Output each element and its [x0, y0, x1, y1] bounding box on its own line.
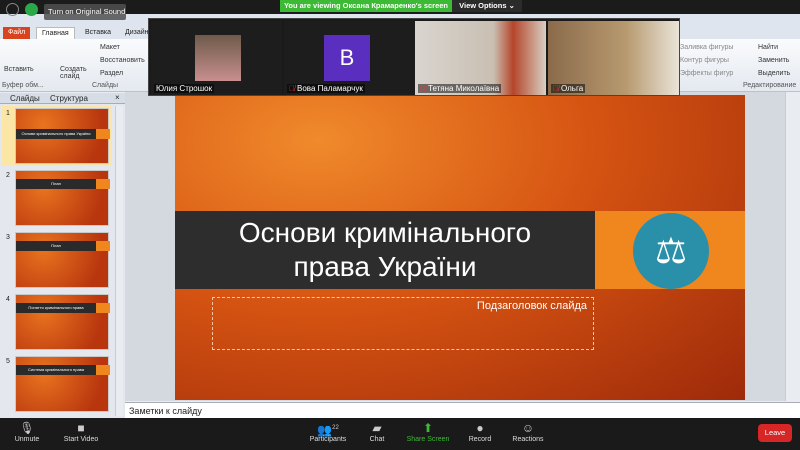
tab-home[interactable]: Главная: [36, 27, 75, 39]
reactions-icon: ☺: [521, 421, 535, 435]
participant-name: Юлия Строшок: [154, 84, 215, 93]
thumb-title: План: [16, 179, 96, 189]
participant-tile[interactable]: 🎙̸ Тетяна Миколаївна: [415, 21, 546, 95]
start-video-label: Start Video: [63, 436, 99, 443]
mic-muted-icon: 🎙̸: [553, 84, 559, 93]
shape-outline-button[interactable]: Контур фигуры: [680, 57, 729, 64]
share-icon: ⬆: [422, 421, 434, 435]
tab-file[interactable]: Файл: [3, 27, 31, 39]
new-slide-button[interactable]: Создать слайд: [60, 66, 88, 80]
share-screen-button[interactable]: ⬆ Share Screen: [404, 418, 452, 450]
thumb-number: 4: [6, 296, 10, 303]
title-line-1: Основи кримінального: [238, 217, 532, 248]
start-video-button[interactable]: ■ Start Video: [58, 418, 104, 450]
unmute-label: Unmute: [14, 436, 40, 443]
thumb-number: 2: [6, 172, 10, 179]
view-options-button[interactable]: View Options ⌄: [452, 0, 522, 12]
notes-field[interactable]: Заметки к слайду: [125, 402, 800, 418]
participant-video: [195, 35, 241, 81]
tab-insert[interactable]: Вставка: [80, 27, 116, 39]
thumb-title: План: [16, 241, 96, 251]
find-button[interactable]: Найти: [758, 44, 778, 51]
thumb-number: 3: [6, 234, 10, 241]
close-pane-icon[interactable]: ×: [115, 93, 120, 102]
mic-muted-icon: 🎙: [19, 421, 35, 435]
record-label: Record: [468, 436, 492, 443]
zoom-toolbar: 🎙 Unmute ■ Start Video 👥22 Participants ▰ Ch…: [0, 418, 800, 450]
paste-button[interactable]: Вставить: [4, 66, 34, 73]
slide-thumbnail-3[interactable]: План: [15, 232, 110, 288]
record-icon: ●: [476, 421, 484, 435]
thumbnails-scrollbar[interactable]: [115, 106, 123, 416]
pane-tabs: Слайды Структура ×: [0, 93, 125, 104]
editing-group-label: Редактирование: [743, 82, 797, 89]
participants-label: Participants: [309, 436, 347, 443]
leave-button[interactable]: Leave: [758, 424, 792, 442]
participant-name: Вова Паламарчук: [297, 84, 363, 93]
title-line-2: права України: [293, 251, 477, 282]
participants-button[interactable]: 👥22 Participants: [305, 418, 351, 450]
reactions-label: Reactions: [512, 436, 544, 443]
chat-button[interactable]: ▰ Chat: [362, 418, 392, 450]
thumb-title: Основи кримінального права України: [16, 129, 96, 139]
chat-icon: ▰: [372, 421, 382, 435]
original-sound-button[interactable]: Turn on Original Sound: [44, 4, 126, 20]
participant-count: 22: [332, 425, 339, 431]
slide-thumbnail-5[interactable]: Система кримінального права: [15, 356, 110, 412]
slide-thumbnail-2[interactable]: План: [15, 170, 110, 226]
thumb-number: 5: [6, 358, 10, 365]
slide-thumbnail-4[interactable]: Поняття кримінального права: [15, 294, 110, 350]
mic-muted-icon: 🎙̸: [420, 84, 426, 93]
layout-button[interactable]: Макет: [100, 44, 120, 51]
slide-title[interactable]: Основи кримінального права України: [175, 211, 595, 289]
slides-group-label: Слайды: [92, 82, 119, 89]
info-icon[interactable]: [6, 3, 19, 16]
mic-muted-icon: 🎙̸: [289, 84, 295, 93]
reset-button[interactable]: Восстановить: [100, 57, 145, 64]
participant-tile[interactable]: 🎙̸ Ольга: [548, 21, 679, 95]
section-button[interactable]: Раздел: [100, 70, 123, 77]
thumb-title: Поняття кримінального права: [16, 303, 96, 313]
subtitle-placeholder[interactable]: Подзаголовок слайда: [212, 297, 594, 350]
tab-slides[interactable]: Слайды: [10, 94, 40, 103]
slide-thumbnail-1[interactable]: Основи кримінального права України: [15, 108, 110, 164]
scales-icon: ⚖: [633, 213, 709, 289]
replace-button[interactable]: Заменить: [758, 57, 789, 64]
select-button[interactable]: Выделить: [758, 70, 790, 77]
video-strip: Юлия Строшок B 🎙̸ Вова Паламарчук 🎙̸ Тетян…: [148, 18, 680, 96]
chat-label: Chat: [369, 436, 385, 443]
share-label: Share Screen: [406, 436, 450, 443]
tab-outline[interactable]: Структура: [50, 94, 88, 103]
participant-name: Тетяна Миколаївна: [428, 84, 500, 93]
subtitle-text: Подзаголовок слайда: [476, 300, 587, 312]
main-scrollbar[interactable]: [785, 92, 800, 401]
participant-tile[interactable]: Юлия Строшок: [151, 21, 282, 95]
participants-icon: 👥22: [317, 423, 339, 437]
slide-thumbnails: 1 Основи кримінального права України 2 П…: [0, 104, 125, 418]
reactions-button[interactable]: ☺ Reactions: [508, 418, 548, 450]
thumb-title: Система кримінального права: [16, 365, 96, 375]
participant-name: Ольга: [561, 84, 584, 93]
participant-tile[interactable]: B 🎙̸ Вова Паламарчук: [284, 21, 415, 95]
sharing-banner: You are viewing Оксана Крамаренко's scre…: [280, 0, 452, 12]
clipboard-group-label: Буфер обм...: [2, 82, 44, 89]
shield-icon[interactable]: [25, 3, 38, 16]
avatar: B: [324, 35, 370, 81]
record-button[interactable]: ● Record: [464, 418, 496, 450]
video-off-icon: ■: [77, 421, 85, 435]
thumb-number: 1: [6, 110, 10, 117]
shape-effects-button[interactable]: Эффекты фигур: [680, 70, 733, 77]
shape-fill-button[interactable]: Заливка фигуры: [680, 44, 733, 51]
slide-canvas[interactable]: Основи кримінального права України ⚖ Под…: [175, 95, 745, 400]
unmute-button[interactable]: 🎙 Unmute: [8, 418, 46, 450]
